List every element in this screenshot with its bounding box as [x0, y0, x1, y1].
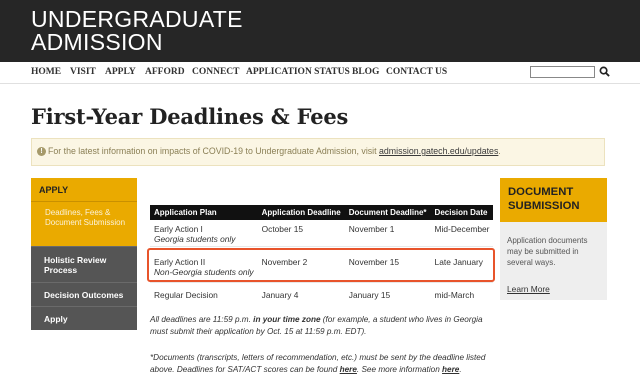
learn-more-link[interactable]: Learn More — [507, 284, 550, 294]
sidebar-item-apply[interactable]: Apply — [31, 306, 137, 330]
nav-connect[interactable]: CONNECT — [192, 67, 240, 77]
sidebar-item-decision-outcomes[interactable]: Decision Outcomes — [31, 282, 137, 306]
search-input[interactable] — [530, 66, 595, 78]
site-logo[interactable]: UNDERGRADUATE ADMISSION — [31, 8, 243, 54]
sidebar-nav: APPLY Deadlines, Fees & Document Submiss… — [31, 178, 137, 330]
column-header-doc-deadline: Document Deadline* — [344, 205, 431, 220]
column-header-plan: Application Plan — [150, 205, 258, 220]
app-deadline-cell: January 4 — [261, 289, 299, 300]
highlight-box — [147, 248, 495, 282]
table-header-row: Application Plan Application Deadline Do… — [150, 205, 494, 220]
sidebar-item-label: Deadlines, Fees & Document Submission — [45, 208, 126, 227]
alert-text: For the latest information on impacts of… — [48, 146, 501, 156]
column-header-decision-date: Decision Date — [430, 205, 494, 220]
documents-footnote: *Documents (transcripts, letters of reco… — [150, 353, 486, 374]
site-header: UNDERGRADUATE ADMISSION — [0, 0, 640, 62]
timezone-footnote: All deadlines are 11:59 p.m. in your tim… — [150, 315, 483, 336]
info-icon: ! — [37, 147, 46, 156]
covid-alert: ! For the latest information on impacts … — [31, 138, 605, 166]
sat-act-link[interactable]: here — [340, 365, 357, 374]
nav-blog[interactable]: BLOG — [352, 67, 379, 77]
nav-visit[interactable]: VISIT — [70, 67, 96, 77]
updates-link[interactable]: admission.gatech.edu/updates — [379, 146, 498, 156]
table-row: Early Action I Georgia students only Octo… — [150, 220, 494, 247]
document-submission-box: DOCUMENT SUBMISSION Application document… — [500, 178, 607, 300]
logo-line-1: UNDERGRADUATE — [31, 6, 243, 32]
sidebar-item-deadlines[interactable]: Deadlines, Fees & Document Submission — [31, 202, 137, 246]
plan-cell: Regular Decision — [154, 289, 218, 300]
app-deadline-cell: October 15 — [257, 220, 345, 247]
plan-note: Georgia students only — [154, 234, 236, 244]
decision-date-cell: mid-March — [434, 289, 475, 300]
nav-afford[interactable]: AFFORD — [145, 67, 185, 77]
column-header-app-deadline: Application Deadline — [257, 205, 345, 220]
logo-line-2: ADMISSION — [31, 29, 163, 55]
search-icon[interactable] — [599, 66, 610, 77]
nav-application-status[interactable]: APPLICATION STATUS — [246, 67, 350, 77]
page-title: First-Year Deadlines & Fees — [31, 104, 349, 129]
document-submission-text: Application documents may be submitted i… — [507, 236, 588, 267]
doc-deadline-cell: January 15 — [348, 289, 391, 300]
decision-date-cell: Mid-December — [430, 220, 494, 247]
nav-apply[interactable]: APPLY — [105, 67, 136, 77]
nav-contact-us[interactable]: CONTACT US — [386, 67, 447, 77]
more-info-link[interactable]: here — [442, 365, 459, 374]
plan-cell: Early Action I Georgia students only — [150, 220, 258, 247]
doc-deadline-cell: November 1 — [344, 220, 431, 247]
document-submission-title: DOCUMENT SUBMISSION — [500, 178, 607, 222]
nav-home[interactable]: HOME — [31, 67, 61, 77]
sidebar-item-holistic-review[interactable]: Holistic Review Process — [31, 246, 137, 282]
sidebar-header-apply[interactable]: APPLY — [31, 178, 137, 202]
table-row: Regular Decision January 4 January 15 mi… — [150, 282, 493, 304]
